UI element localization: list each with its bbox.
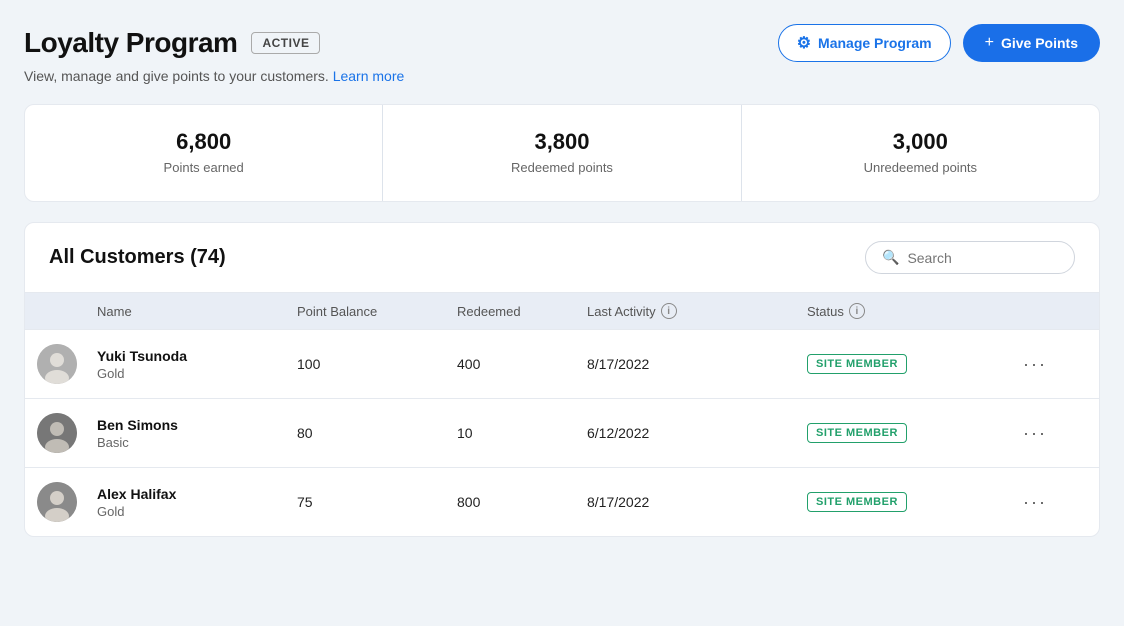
col-actions [987, 303, 1047, 319]
gear-icon: ⚙ [797, 33, 811, 53]
avatar [37, 482, 77, 522]
status-info-icon: i [849, 303, 865, 319]
table-row: Ben Simons Basic 80 10 6/12/2022 SITE ME… [25, 398, 1099, 467]
avatar [37, 413, 77, 453]
stats-card: 6,800 Points earned 3,800 Redeemed point… [24, 104, 1100, 202]
status-cell: SITE MEMBER [807, 423, 987, 443]
col-status: Status i [807, 303, 987, 319]
search-input[interactable] [907, 250, 1058, 266]
point-balance-value: 75 [297, 494, 457, 510]
site-member-badge: SITE MEMBER [807, 423, 907, 443]
customer-tier: Gold [97, 366, 297, 381]
more-options-button[interactable]: ··· [987, 354, 1047, 375]
header-right: ⚙ Manage Program + Give Points [778, 24, 1100, 62]
site-member-badge: SITE MEMBER [807, 354, 907, 374]
status-cell: SITE MEMBER [807, 492, 987, 512]
status-cell: SITE MEMBER [807, 354, 987, 374]
customer-name: Ben Simons [97, 417, 297, 433]
col-redeemed: Redeemed [457, 303, 587, 319]
page-subtitle: View, manage and give points to your cus… [24, 68, 1100, 84]
customer-info: Yuki Tsunoda Gold [97, 348, 297, 381]
customers-card: All Customers (74) 🔍 Name Point Balance … [24, 222, 1100, 537]
last-activity-value: 8/17/2022 [587, 356, 807, 372]
search-icon: 🔍 [882, 249, 899, 266]
point-balance-value: 100 [297, 356, 457, 372]
page-header: Loyalty Program ACTIVE ⚙ Manage Program … [24, 24, 1100, 62]
table-row: Yuki Tsunoda Gold 100 400 8/17/2022 SITE… [25, 329, 1099, 398]
customer-info: Ben Simons Basic [97, 417, 297, 450]
stat-points-earned: 6,800 Points earned [25, 105, 382, 201]
give-points-button[interactable]: + Give Points [963, 24, 1100, 62]
customer-name: Yuki Tsunoda [97, 348, 297, 364]
last-activity-value: 6/12/2022 [587, 425, 807, 441]
stat-unredeemed-points: 3,000 Unredeemed points [741, 105, 1099, 201]
plus-icon: + [985, 34, 994, 52]
stat-redeemed-points: 3,800 Redeemed points [382, 105, 740, 201]
learn-more-link[interactable]: Learn more [333, 68, 405, 84]
redeemed-value: 400 [457, 356, 587, 372]
customer-name: Alex Halifax [97, 486, 297, 502]
stat-value-earned: 6,800 [25, 129, 382, 155]
customer-tier: Basic [97, 435, 297, 450]
manage-btn-label: Manage Program [818, 35, 932, 51]
customers-title: All Customers (74) [49, 246, 226, 269]
more-options-button[interactable]: ··· [987, 492, 1047, 513]
stat-label-earned: Points earned [164, 160, 244, 175]
last-activity-value: 8/17/2022 [587, 494, 807, 510]
give-points-label: Give Points [1001, 35, 1078, 51]
stat-value-unredeemed: 3,000 [742, 129, 1099, 155]
redeemed-value: 800 [457, 494, 587, 510]
customer-info: Alex Halifax Gold [97, 486, 297, 519]
status-badge: ACTIVE [251, 32, 320, 54]
stat-label-redeemed: Redeemed points [511, 160, 613, 175]
col-last-activity: Last Activity i [587, 303, 807, 319]
customer-tier: Gold [97, 504, 297, 519]
page-title: Loyalty Program [24, 27, 237, 59]
col-avatar [37, 303, 97, 319]
search-box[interactable]: 🔍 [865, 241, 1075, 274]
last-activity-info-icon: i [661, 303, 677, 319]
more-options-button[interactable]: ··· [987, 423, 1047, 444]
col-name: Name [97, 303, 297, 319]
table-row: Alex Halifax Gold 75 800 8/17/2022 SITE … [25, 467, 1099, 536]
col-point-balance: Point Balance [297, 303, 457, 319]
stat-label-unredeemed: Unredeemed points [864, 160, 977, 175]
redeemed-value: 10 [457, 425, 587, 441]
avatar [37, 344, 77, 384]
stat-value-redeemed: 3,800 [383, 129, 740, 155]
table-header: Name Point Balance Redeemed Last Activit… [25, 292, 1099, 329]
site-member-badge: SITE MEMBER [807, 492, 907, 512]
manage-program-button[interactable]: ⚙ Manage Program [778, 24, 951, 62]
customers-header: All Customers (74) 🔍 [25, 223, 1099, 292]
header-left: Loyalty Program ACTIVE [24, 27, 320, 59]
point-balance-value: 80 [297, 425, 457, 441]
